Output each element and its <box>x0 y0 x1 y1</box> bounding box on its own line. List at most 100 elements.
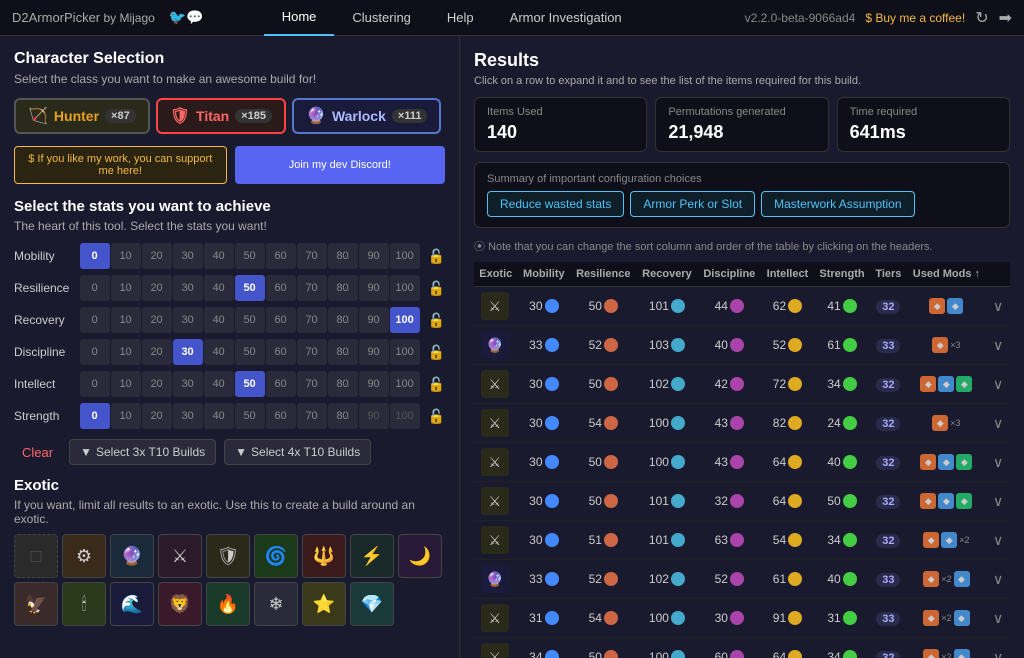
stat-btn-intellect-20[interactable]: 20 <box>142 371 172 397</box>
support-discord-btn[interactable]: Join my dev Discord! <box>235 146 446 184</box>
stat-btn-mobility-50[interactable]: 50 <box>235 243 265 269</box>
stat-btn-resilience-0[interactable]: 0 <box>80 275 110 301</box>
stat-btn-mobility-60[interactable]: 60 <box>266 243 296 269</box>
class-tab-hunter[interactable]: 🏹 Hunter ×87 <box>14 98 150 134</box>
table-row[interactable]: ⚔31 54 100 30 91 31 33◆×2◆∨ <box>474 599 1010 638</box>
stat-btn-mobility-100[interactable]: 100 <box>390 243 420 269</box>
lock-icon-recovery[interactable]: 🔓 <box>428 312 445 329</box>
stat-btn-intellect-100[interactable]: 100 <box>390 371 420 397</box>
exotic-item-1[interactable]: ⚙ <box>62 534 106 578</box>
stat-btn-discipline-60[interactable]: 60 <box>266 339 296 365</box>
exotic-item-12[interactable]: 🦁 <box>158 582 202 626</box>
exotic-item-7[interactable]: ⚡ <box>350 534 394 578</box>
th-used-mods[interactable]: Used Mods ↑ <box>906 262 986 287</box>
stat-btn-intellect-30[interactable]: 30 <box>173 371 203 397</box>
stat-btn-intellect-40[interactable]: 40 <box>204 371 234 397</box>
discord-icon[interactable]: 💬 <box>186 9 203 26</box>
stat-btn-intellect-0[interactable]: 0 <box>80 371 110 397</box>
stat-btn-strength-30[interactable]: 30 <box>173 403 203 429</box>
exotic-item-5[interactable]: 🌀 <box>254 534 298 578</box>
stat-btn-strength-20[interactable]: 20 <box>142 403 172 429</box>
exotic-item-10[interactable]: 🕯 <box>62 582 106 626</box>
exotic-item-14[interactable]: ❄ <box>254 582 298 626</box>
stat-btn-recovery-30[interactable]: 30 <box>173 307 203 333</box>
stat-btn-resilience-50[interactable]: 50 <box>235 275 265 301</box>
exotic-item-empty[interactable]: □ <box>14 534 58 578</box>
table-row[interactable]: 🔮33 52 102 52 61 40 33◆×2◆∨ <box>474 560 1010 599</box>
th-discipline[interactable]: Discipline <box>697 262 761 287</box>
stat-btn-discipline-20[interactable]: 20 <box>142 339 172 365</box>
stat-btn-discipline-50[interactable]: 50 <box>235 339 265 365</box>
lock-icon-mobility[interactable]: 🔓 <box>428 248 445 265</box>
stat-btn-discipline-10[interactable]: 10 <box>111 339 141 365</box>
stat-btn-intellect-70[interactable]: 70 <box>297 371 327 397</box>
exotic-item-11[interactable]: 🌊 <box>110 582 154 626</box>
expand-row-btn[interactable]: ∨ <box>991 649 1005 658</box>
clear-button[interactable]: Clear <box>14 441 61 464</box>
stat-btn-resilience-10[interactable]: 10 <box>111 275 141 301</box>
coffee-link[interactable]: $ Buy me a coffee! <box>865 11 965 25</box>
stat-btn-strength-80[interactable]: 80 <box>328 403 358 429</box>
th-mobility[interactable]: Mobility <box>518 262 571 287</box>
expand-row-btn[interactable]: ∨ <box>991 571 1005 588</box>
expand-row-btn[interactable]: ∨ <box>991 376 1005 393</box>
support-coffee-btn[interactable]: $ If you like my work, you can support m… <box>14 146 227 184</box>
th-strength[interactable]: Strength <box>814 262 871 287</box>
stat-btn-intellect-80[interactable]: 80 <box>328 371 358 397</box>
stat-btn-mobility-40[interactable]: 40 <box>204 243 234 269</box>
stat-btn-recovery-60[interactable]: 60 <box>266 307 296 333</box>
nav-home[interactable]: Home <box>264 0 335 36</box>
th-recovery[interactable]: Recovery <box>636 262 697 287</box>
th-tiers[interactable]: Tiers <box>870 262 906 287</box>
stat-btn-strength-70[interactable]: 70 <box>297 403 327 429</box>
lock-icon-discipline[interactable]: 🔓 <box>428 344 445 361</box>
select-3t10-button[interactable]: ▼ Select 3x T10 Builds <box>69 439 216 465</box>
stat-btn-resilience-90[interactable]: 90 <box>359 275 389 301</box>
stat-btn-intellect-90[interactable]: 90 <box>359 371 389 397</box>
stat-btn-recovery-10[interactable]: 10 <box>111 307 141 333</box>
config-btn-masterwork[interactable]: Masterwork Assumption <box>761 191 914 217</box>
stat-btn-discipline-0[interactable]: 0 <box>80 339 110 365</box>
exotic-item-4[interactable]: 🛡 <box>206 534 250 578</box>
stat-btn-recovery-20[interactable]: 20 <box>142 307 172 333</box>
expand-row-btn[interactable]: ∨ <box>991 337 1005 354</box>
stat-btn-recovery-100[interactable]: 100 <box>390 307 420 333</box>
th-resilience[interactable]: Resilience <box>570 262 636 287</box>
stat-btn-strength-40[interactable]: 40 <box>204 403 234 429</box>
stat-btn-intellect-50[interactable]: 50 <box>235 371 265 397</box>
exotic-item-2[interactable]: 🔮 <box>110 534 154 578</box>
stat-btn-discipline-30[interactable]: 30 <box>173 339 203 365</box>
th-intellect[interactable]: Intellect <box>761 262 814 287</box>
table-row[interactable]: ⚔30 50 100 43 64 40 32◆◆◆∨ <box>474 443 1010 482</box>
exotic-item-9[interactable]: 🦅 <box>14 582 58 626</box>
stat-btn-resilience-70[interactable]: 70 <box>297 275 327 301</box>
expand-row-btn[interactable]: ∨ <box>991 493 1005 510</box>
stat-btn-strength-100[interactable]: 100 <box>390 403 420 429</box>
expand-row-btn[interactable]: ∨ <box>991 610 1005 627</box>
nav-clustering[interactable]: Clustering <box>334 0 429 36</box>
stat-btn-mobility-70[interactable]: 70 <box>297 243 327 269</box>
stat-btn-intellect-10[interactable]: 10 <box>111 371 141 397</box>
stat-btn-discipline-100[interactable]: 100 <box>390 339 420 365</box>
table-row[interactable]: ⚔34 50 100 60 64 34 32◆×2◆∨ <box>474 638 1010 658</box>
nav-armor-investigation[interactable]: Armor Investigation <box>492 0 640 36</box>
nav-help[interactable]: Help <box>429 0 492 36</box>
exotic-item-8[interactable]: 🌙 <box>398 534 442 578</box>
config-btn-armor-perk[interactable]: Armor Perk or Slot <box>630 191 755 217</box>
table-row[interactable]: ⚔30 50 101 32 64 50 32◆◆◆∨ <box>474 482 1010 521</box>
table-row[interactable]: ⚔30 50 101 44 62 41 32◆◆∨ <box>474 287 1010 326</box>
stat-btn-strength-50[interactable]: 50 <box>235 403 265 429</box>
exotic-item-3[interactable]: ⚔ <box>158 534 202 578</box>
stat-btn-mobility-10[interactable]: 10 <box>111 243 141 269</box>
stat-btn-recovery-40[interactable]: 40 <box>204 307 234 333</box>
stat-btn-resilience-40[interactable]: 40 <box>204 275 234 301</box>
lock-icon-strength[interactable]: 🔓 <box>428 408 445 425</box>
stat-btn-recovery-0[interactable]: 0 <box>80 307 110 333</box>
stat-btn-recovery-80[interactable]: 80 <box>328 307 358 333</box>
stat-btn-resilience-20[interactable]: 20 <box>142 275 172 301</box>
expand-row-btn[interactable]: ∨ <box>991 415 1005 432</box>
select-4t10-button[interactable]: ▼ Select 4x T10 Builds <box>224 439 371 465</box>
class-tab-titan[interactable]: 🛡 Titan ×185 <box>156 98 286 134</box>
table-row[interactable]: 🔮33 52 103 40 52 61 33◆×3∨ <box>474 326 1010 365</box>
stat-btn-resilience-100[interactable]: 100 <box>390 275 420 301</box>
